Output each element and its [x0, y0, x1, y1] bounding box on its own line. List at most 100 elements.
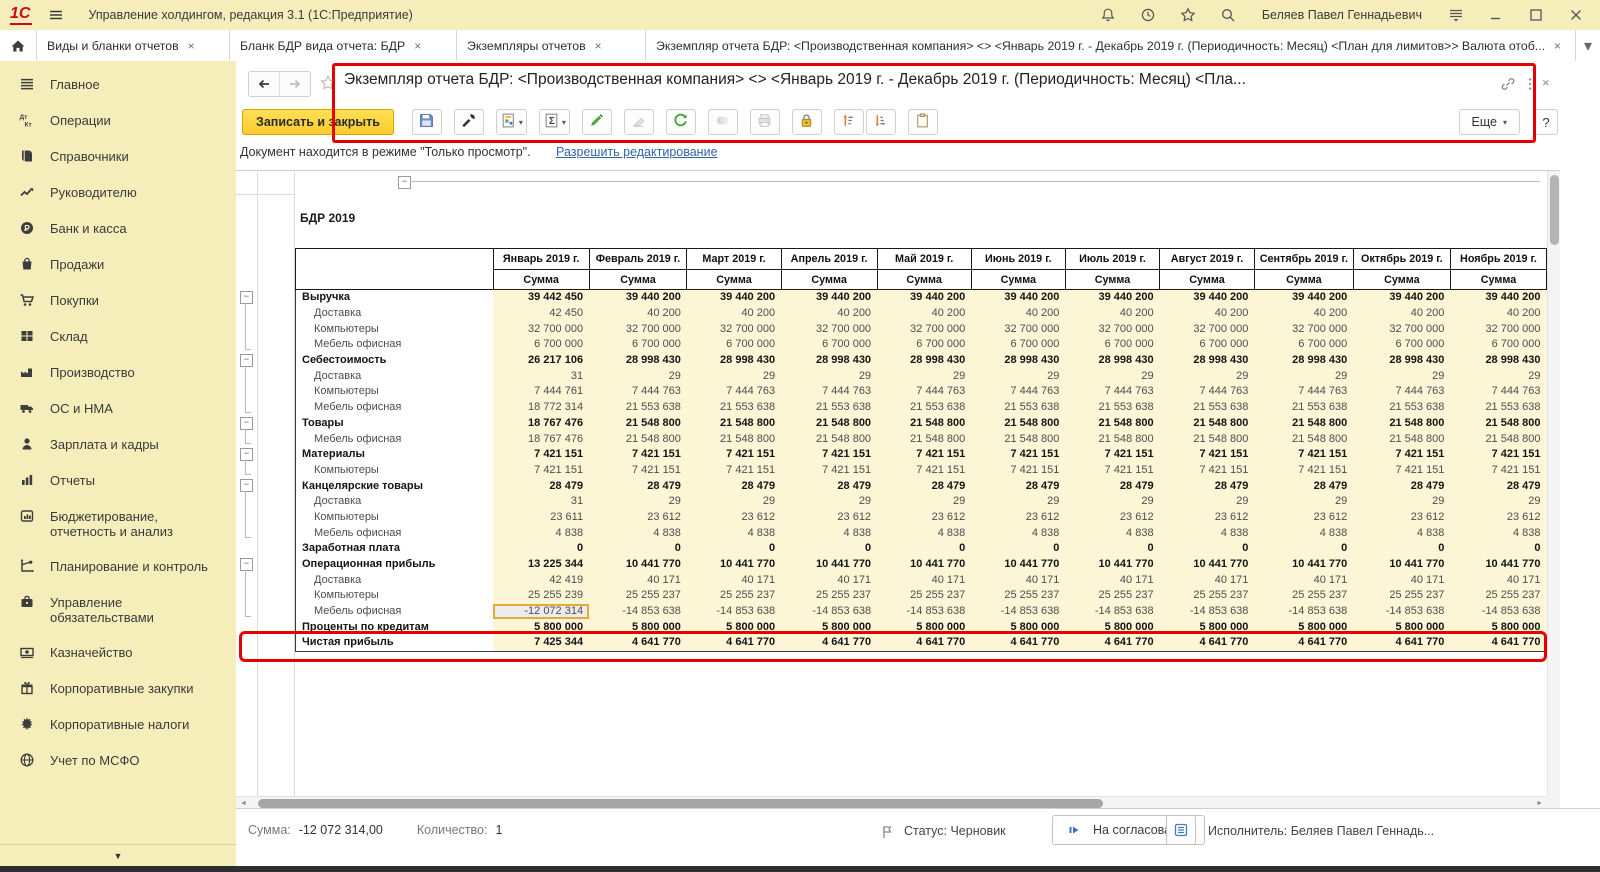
sidebar-item-17[interactable]: Корпоративные закупки [0, 671, 236, 707]
cell[interactable]: 23 612 [1065, 510, 1159, 526]
sidebar-item-4[interactable]: Руководителю [0, 175, 236, 211]
cell[interactable]: 28 998 430 [687, 353, 781, 369]
vertical-scrollbar[interactable] [1547, 171, 1560, 796]
cell[interactable]: 5 800 000 [1065, 619, 1159, 635]
cell[interactable]: 0 [589, 541, 687, 557]
print-button[interactable] [750, 109, 780, 135]
cell[interactable]: 6 700 000 [971, 337, 1065, 353]
lock-button[interactable] [792, 109, 822, 135]
sidebar-item-11[interactable]: Зарплата и кадры [0, 427, 236, 463]
history-icon[interactable] [1138, 5, 1158, 25]
cell[interactable]: 7 444 763 [781, 384, 877, 400]
cell[interactable]: 7 421 151 [493, 447, 589, 463]
cell[interactable]: 32 700 000 [687, 321, 781, 337]
cell[interactable]: 40 200 [589, 306, 687, 322]
cell[interactable]: -14 853 638 [589, 604, 687, 620]
cell[interactable]: 7 444 763 [971, 384, 1065, 400]
cell[interactable]: 23 612 [877, 510, 971, 526]
month-header[interactable]: Март 2019 г. [687, 249, 781, 270]
amount-subheader[interactable]: Сумма [687, 270, 781, 290]
cell[interactable]: 18 772 314 [493, 400, 589, 416]
cell[interactable]: 10 441 770 [781, 557, 877, 573]
wrench-button[interactable] [454, 109, 484, 135]
cell[interactable]: 6 700 000 [1160, 337, 1255, 353]
cell[interactable]: 28 998 430 [1450, 353, 1546, 369]
cell[interactable]: 4 641 770 [971, 635, 1065, 651]
cell[interactable]: 28 998 430 [589, 353, 687, 369]
cell[interactable]: 7 444 763 [1160, 384, 1255, 400]
cell[interactable]: 25 255 237 [1065, 588, 1159, 604]
cell[interactable]: 5 800 000 [1254, 619, 1353, 635]
month-header[interactable]: Сентябрь 2019 г. [1254, 249, 1353, 270]
sidebar-item-1[interactable]: Главное [0, 67, 236, 103]
link-icon[interactable] [1498, 74, 1518, 94]
month-header[interactable]: Июль 2019 г. [1065, 249, 1159, 270]
maximize-icon[interactable] [1526, 5, 1546, 25]
row-label[interactable]: Компьютеры [296, 384, 494, 400]
cell[interactable]: -14 853 638 [687, 604, 781, 620]
row-label[interactable]: Материалы [296, 447, 494, 463]
cell[interactable]: 4 838 [781, 525, 877, 541]
cell[interactable]: 23 612 [781, 510, 877, 526]
cell[interactable]: 7 421 151 [781, 463, 877, 479]
month-header[interactable]: Август 2019 г. [1160, 249, 1255, 270]
cell[interactable]: 7 444 761 [493, 384, 589, 400]
cell[interactable]: 7 421 151 [589, 447, 687, 463]
cell[interactable]: 40 171 [1450, 572, 1546, 588]
cell[interactable]: 0 [1254, 541, 1353, 557]
cell[interactable]: 0 [1353, 541, 1450, 557]
cell[interactable]: 10 441 770 [1254, 557, 1353, 573]
cell[interactable]: 21 548 800 [589, 416, 687, 432]
cell[interactable]: 0 [971, 541, 1065, 557]
cell[interactable]: 29 [1160, 494, 1255, 510]
cell[interactable]: -14 853 638 [971, 604, 1065, 620]
cell[interactable]: 21 548 800 [971, 416, 1065, 432]
sidebar-item-3[interactable]: Справочники [0, 139, 236, 175]
month-header[interactable]: Октябрь 2019 г. [1353, 249, 1450, 270]
row-label[interactable]: Мебель офисная [296, 337, 494, 353]
cell[interactable]: 10 441 770 [589, 557, 687, 573]
sidebar-item-8[interactable]: Склад [0, 319, 236, 355]
sort-desc-button[interactable] [866, 109, 896, 135]
cell[interactable]: 7 421 151 [971, 447, 1065, 463]
row-label[interactable]: Заработная плата [296, 541, 494, 557]
row-group-collapse-box[interactable]: − [240, 354, 253, 367]
cell[interactable]: 23 612 [971, 510, 1065, 526]
row-label[interactable]: Операционная прибыль [296, 557, 494, 573]
cell[interactable]: 39 440 200 [1254, 290, 1353, 306]
cell[interactable]: 21 553 638 [971, 400, 1065, 416]
tab-4[interactable]: Экземпляр отчета БДР: <Производственная … [646, 30, 1576, 61]
cell[interactable]: 5 800 000 [589, 619, 687, 635]
cell[interactable]: 39 440 200 [687, 290, 781, 306]
cell[interactable]: 7 444 763 [687, 384, 781, 400]
main-menu-hamburger-icon[interactable] [46, 5, 66, 25]
cell[interactable]: -14 853 638 [781, 604, 877, 620]
cell[interactable]: 21 553 638 [781, 400, 877, 416]
cell[interactable]: 29 [1065, 494, 1159, 510]
cell[interactable]: 21 548 800 [1353, 416, 1450, 432]
favorites-icon[interactable] [1178, 5, 1198, 25]
cell[interactable]: 21 548 800 [781, 416, 877, 432]
sidebar-item-19[interactable]: Учет по МСФО [0, 743, 236, 779]
tab-close-icon[interactable]: × [595, 39, 602, 53]
cell[interactable]: 7 421 151 [1450, 463, 1546, 479]
cell[interactable]: 10 441 770 [1450, 557, 1546, 573]
cell[interactable]: 21 548 800 [1254, 431, 1353, 447]
cell[interactable]: 21 553 638 [1254, 400, 1353, 416]
row-label[interactable]: Товары [296, 416, 494, 432]
cell[interactable]: 29 [971, 368, 1065, 384]
cell[interactable]: 32 700 000 [971, 321, 1065, 337]
cell[interactable]: 29 [877, 368, 971, 384]
cell[interactable]: 7 444 763 [1450, 384, 1546, 400]
cell[interactable]: 4 641 770 [589, 635, 687, 651]
sidebar-item-5[interactable]: РБанк и касса [0, 211, 236, 247]
cell[interactable]: 6 700 000 [781, 337, 877, 353]
cell[interactable]: 21 548 800 [1065, 431, 1159, 447]
cell[interactable]: 7 421 151 [1353, 463, 1450, 479]
cell[interactable]: 23 612 [1160, 510, 1255, 526]
row-label[interactable]: Выручка [296, 290, 494, 306]
cell[interactable]: 0 [1065, 541, 1159, 557]
cell[interactable]: 39 440 200 [877, 290, 971, 306]
star-outline-icon[interactable] [318, 73, 338, 93]
cell[interactable]: 28 998 430 [781, 353, 877, 369]
